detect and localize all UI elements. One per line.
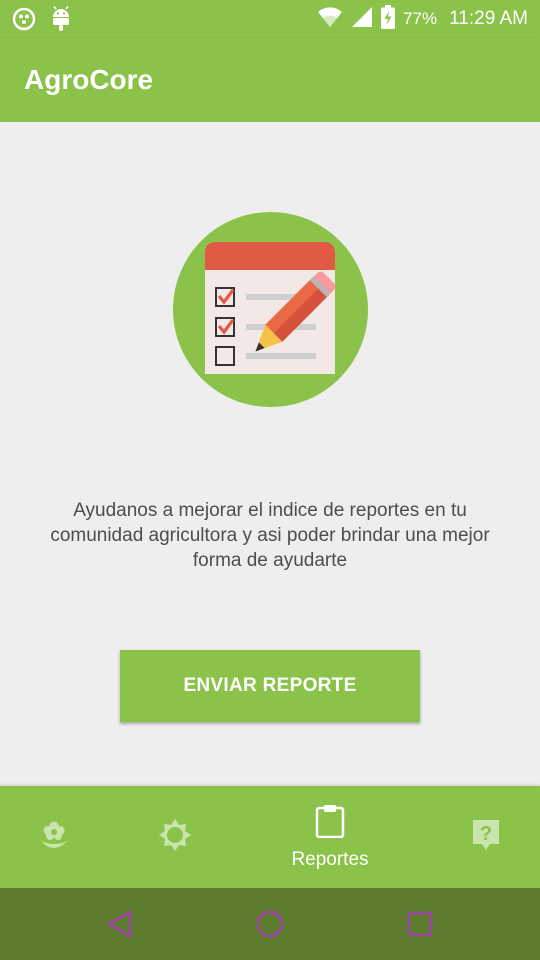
help-icon: ? (471, 818, 501, 857)
send-report-button[interactable]: ENVIAR REPORTE (120, 650, 420, 722)
nav-item-weather[interactable] (145, 786, 205, 888)
notification-dots-icon (12, 7, 36, 36)
app-title: AgroCore (24, 64, 154, 95)
main-content: Ayudanos a mejorar el indice de reportes… (0, 122, 540, 786)
signal-icon (351, 6, 373, 33)
svg-text:?: ? (480, 823, 492, 845)
battery-percent: 77% (403, 9, 438, 28)
sun-icon (158, 818, 192, 857)
clipboard-icon (315, 804, 345, 843)
home-icon[interactable] (252, 906, 288, 942)
nav-item-flower[interactable] (24, 786, 84, 888)
app-bar: AgroCore (0, 38, 540, 122)
clock: 11:29 AM (449, 8, 528, 29)
android-icon (50, 6, 72, 37)
bottom-nav: Reportes ? (0, 786, 540, 888)
nav-item-help[interactable]: ? (456, 786, 516, 888)
back-icon[interactable] (102, 906, 138, 942)
battery-charging-icon (381, 4, 396, 34)
status-bar: 77% 11:29 AM (0, 0, 540, 38)
wifi-icon (317, 6, 343, 33)
recents-icon[interactable] (402, 906, 438, 942)
nav-item-reportes[interactable]: Reportes (270, 786, 390, 888)
flower-icon (38, 819, 70, 856)
report-message: Ayudanos a mejorar el indice de reportes… (50, 500, 490, 571)
nav-label-reportes: Reportes (291, 848, 369, 870)
checklist-pencil-icon (173, 212, 368, 407)
system-nav-bar (0, 888, 540, 960)
